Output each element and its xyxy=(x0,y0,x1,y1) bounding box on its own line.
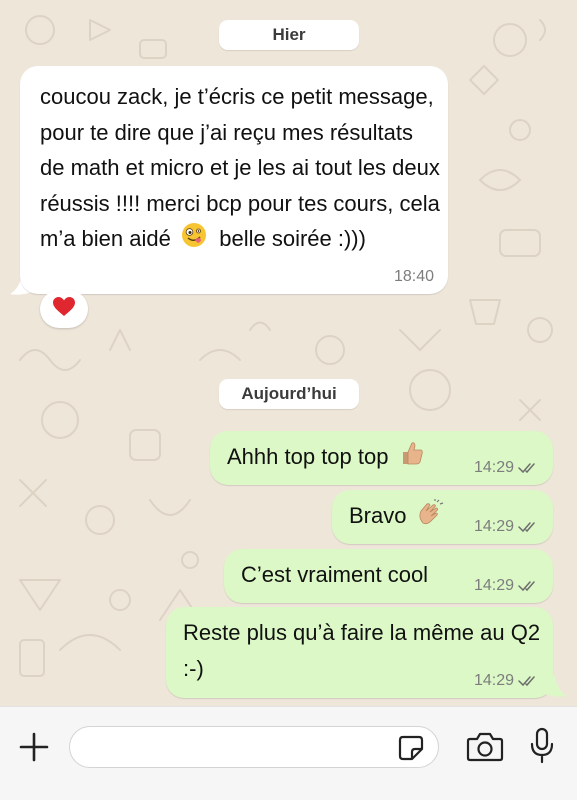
sticker-icon[interactable] xyxy=(398,735,424,761)
red-heart-icon xyxy=(53,296,75,322)
clapping-hands-icon xyxy=(417,498,445,536)
read-double-check-icon xyxy=(518,522,535,533)
message-timestamp: 14:29 xyxy=(474,672,540,690)
message-input[interactable] xyxy=(69,726,439,768)
outgoing-message-text: C’est vraiment cool xyxy=(241,562,429,587)
message-input-bar xyxy=(0,706,577,800)
message-reaction[interactable] xyxy=(40,290,88,328)
date-separator-yesterday: Hier xyxy=(219,20,359,50)
outgoing-message-bubble[interactable]: Reste plus qu’à faire la même au Q2 :-) … xyxy=(166,607,553,698)
microphone-icon[interactable] xyxy=(530,727,554,765)
chat-background: Hier coucou zack, je t’écris ce petit me… xyxy=(0,0,577,706)
read-double-check-icon xyxy=(518,463,535,474)
message-timestamp: 14:29 xyxy=(474,459,540,477)
incoming-message-text: coucou zack, je t’écris ce petit message… xyxy=(40,79,440,258)
message-timestamp: 14:29 xyxy=(474,577,540,595)
date-separator-today: Aujourd’hui xyxy=(219,379,359,409)
plus-icon[interactable] xyxy=(18,731,50,763)
read-double-check-icon xyxy=(518,676,535,687)
message-timestamp: 14:29 xyxy=(474,518,540,536)
outgoing-message-bubble[interactable]: Bravo 14:29 xyxy=(332,490,553,544)
camera-icon[interactable] xyxy=(466,731,504,763)
read-double-check-icon xyxy=(518,581,535,592)
zany-face-icon xyxy=(181,222,207,259)
thumbs-up-icon xyxy=(399,440,425,477)
incoming-message-bubble[interactable]: coucou zack, je t’écris ce petit message… xyxy=(20,66,448,294)
outgoing-message-text: Bravo xyxy=(349,498,445,535)
outgoing-message-text: Ahhh top top top xyxy=(227,439,425,476)
message-timestamp: 18:40 xyxy=(393,268,434,285)
outgoing-bubble-tail xyxy=(545,672,567,697)
outgoing-message-bubble[interactable]: C’est vraiment cool 14:29 xyxy=(224,549,553,603)
outgoing-message-bubble[interactable]: Ahhh top top top 14:29 xyxy=(210,431,553,485)
